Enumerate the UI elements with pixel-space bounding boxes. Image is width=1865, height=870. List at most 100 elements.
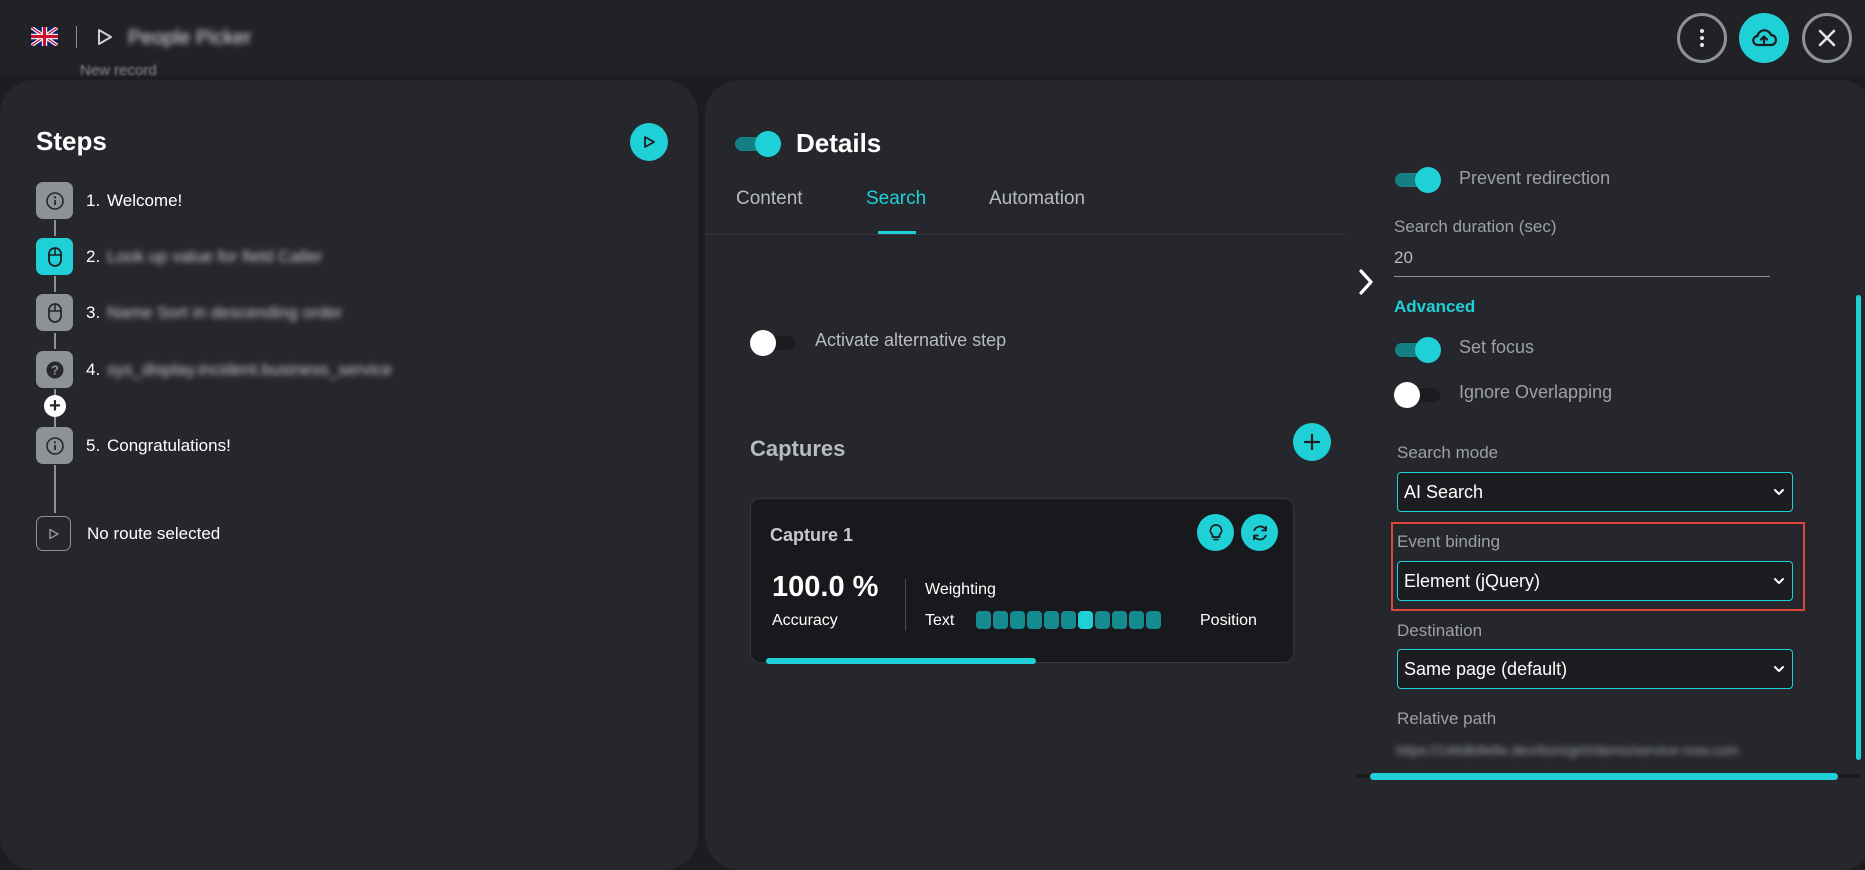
svg-text:?: ?: [51, 362, 59, 377]
refresh-icon: [1252, 525, 1267, 540]
step-label: sys_display.incident.business_service: [107, 360, 393, 379]
search-duration-label: Search duration (sec): [1394, 217, 1557, 236]
header-divider: [76, 26, 77, 48]
weighting-segment[interactable]: [1112, 611, 1127, 629]
step-connector: [54, 220, 56, 236]
event-binding-value: Element (jQuery): [1404, 571, 1541, 591]
weighting-segment[interactable]: [993, 611, 1008, 629]
play-icon[interactable]: [97, 28, 113, 51]
chevron-right-icon[interactable]: [1355, 268, 1377, 301]
set-focus-toggle[interactable]: [1395, 337, 1441, 363]
step-number: 1.: [86, 191, 101, 210]
horizontal-scrollbar[interactable]: [1370, 773, 1838, 780]
more-options-button[interactable]: [1677, 13, 1727, 63]
step-label: Look up value for field Caller: [107, 247, 323, 266]
weighting-segment[interactable]: [1146, 611, 1161, 629]
capture-hint-button[interactable]: [1197, 514, 1234, 551]
weighting-segment[interactable]: [1044, 611, 1059, 629]
capture-accuracy-label: Accuracy: [772, 612, 838, 629]
weighting-segment[interactable]: [1129, 611, 1144, 629]
more-vertical-icon: [1700, 29, 1704, 47]
top-bar: New record People Picker: [0, 0, 1865, 79]
add-step-button[interactable]: +: [44, 395, 66, 417]
lightbulb-icon: [1209, 523, 1222, 540]
weighting-slider-handle[interactable]: [1078, 611, 1093, 629]
event-binding-label: Event binding: [1397, 532, 1501, 551]
search-mode-value: AI Search: [1404, 482, 1484, 502]
advanced-heading: Advanced: [1394, 297, 1476, 316]
ignore-overlapping-toggle[interactable]: [1394, 382, 1440, 408]
tab-automation[interactable]: Automation: [989, 188, 1085, 210]
step-label: Welcome!: [107, 191, 183, 210]
relative-path-label: Relative path: [1397, 709, 1497, 728]
step-label: Congratulations!: [107, 436, 231, 455]
steps-title: Steps: [36, 126, 107, 156]
step-number: 4.: [86, 360, 101, 379]
weighting-position-label: Position: [1200, 612, 1257, 629]
destination-value: Same page (default): [1404, 659, 1568, 679]
capture-title: Capture 1: [770, 525, 854, 545]
search-duration-field[interactable]: 20: [1394, 248, 1413, 268]
close-icon: [1818, 29, 1836, 47]
event-binding-select[interactable]: Element (jQuery): [1397, 561, 1793, 601]
close-button[interactable]: [1802, 13, 1852, 63]
steps-panel: [0, 80, 698, 870]
vertical-scrollbar[interactable]: [1856, 295, 1861, 760]
mouse-icon: [36, 294, 73, 331]
play-icon: [644, 136, 655, 148]
capture-refresh-button[interactable]: [1241, 514, 1278, 551]
info-icon: [36, 182, 73, 219]
set-focus-label: Set focus: [1459, 337, 1535, 357]
prevent-redirection-toggle[interactable]: [1395, 167, 1441, 193]
info-icon: [36, 427, 73, 464]
details-toggle[interactable]: [735, 131, 781, 157]
chevron-down-icon: [1774, 578, 1784, 584]
chevron-down-icon: [1774, 666, 1784, 672]
search-duration-underline: [1394, 276, 1770, 277]
active-tab-indicator: [878, 231, 916, 234]
capture-progress-bar: [766, 658, 1036, 664]
weighting-label: Weighting: [925, 581, 996, 598]
step-number: 2.: [86, 247, 101, 266]
step-connector: [54, 276, 56, 292]
tab-content[interactable]: Content: [736, 188, 803, 210]
destination-select[interactable]: Same page (default): [1397, 649, 1793, 689]
upload-button[interactable]: [1739, 13, 1789, 63]
destination-label: Destination: [1397, 621, 1483, 640]
cloud-upload-icon: [1752, 29, 1777, 47]
uk-flag-icon[interactable]: [31, 27, 58, 46]
weighting-segment[interactable]: [976, 611, 991, 629]
step-number: 5.: [86, 436, 101, 455]
ignore-overlapping-label: Ignore Overlapping: [1459, 382, 1613, 402]
step-connector: [54, 465, 56, 513]
prevent-redirection-label: Prevent redirection: [1459, 168, 1611, 188]
weighting-slider[interactable]: [976, 611, 1161, 629]
route-label: No route selected: [87, 524, 221, 543]
weighting-segment[interactable]: [1095, 611, 1110, 629]
relative-path-field[interactable]: https://146db8e8e.dev/itsm/gir0/demo/ser…: [1396, 742, 1851, 758]
weighting-segment[interactable]: [1061, 611, 1076, 629]
plus-icon: [1303, 433, 1321, 451]
tabs-divider: [705, 234, 1345, 235]
question-icon: ?: [36, 351, 73, 388]
step-connector: [54, 333, 56, 349]
weighting-segment[interactable]: [1010, 611, 1025, 629]
add-capture-button[interactable]: [1293, 423, 1331, 461]
step-number: 3.: [86, 303, 101, 322]
alternative-step-toggle[interactable]: [750, 330, 796, 356]
search-mode-label: Search mode: [1397, 443, 1499, 462]
guide-title: People Picker: [128, 27, 252, 49]
captures-title: Captures: [750, 436, 846, 461]
mouse-icon: [36, 238, 73, 275]
capture-divider: [905, 579, 906, 631]
capture-accuracy-value: 100.0 %: [772, 571, 879, 603]
background-record-label: New record: [80, 62, 157, 79]
weighting-text-label: Text: [925, 612, 955, 629]
search-mode-select[interactable]: AI Search: [1397, 472, 1793, 512]
capture-card[interactable]: Capture 1 100.0 % Accuracy Weighting Tex…: [750, 498, 1294, 664]
step-label: Name Sort in descending order: [107, 303, 343, 322]
route-play-icon[interactable]: [36, 516, 71, 551]
tab-search[interactable]: Search: [866, 188, 926, 210]
weighting-segment[interactable]: [1027, 611, 1042, 629]
play-steps-button[interactable]: [630, 123, 668, 161]
